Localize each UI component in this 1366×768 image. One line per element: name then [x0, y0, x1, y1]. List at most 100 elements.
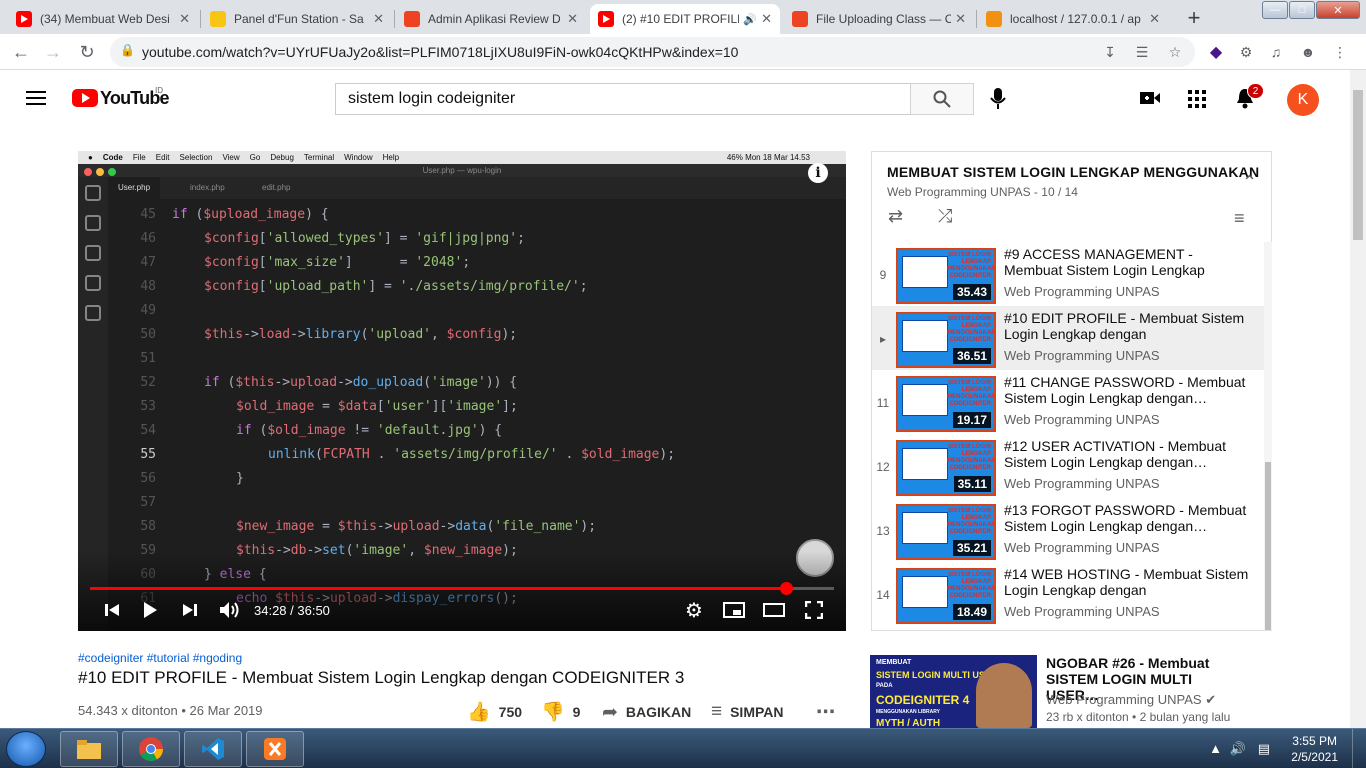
playlist-scrollbar[interactable]	[1264, 242, 1272, 630]
source-control-icon	[85, 245, 101, 261]
save-button[interactable]: ≡ SIMPAN	[711, 700, 784, 724]
collapse-chevron-icon[interactable]: ⌃	[1242, 172, 1257, 193]
lock-icon: 🔒	[120, 43, 135, 57]
playlist-title[interactable]: MEMBUAT SISTEM LOGIN LENGKAP MENGGUNAKAN	[887, 164, 1259, 180]
playlist-item-thumbnail[interactable]: SISTEM LOGIN LENGKAP MENGGUNAKAN CODEIGN…	[896, 568, 996, 624]
reload-button[interactable]: ↻	[74, 39, 100, 65]
line-number: 57	[140, 495, 156, 510]
playlist-menu-icon[interactable]: ≡	[1234, 208, 1245, 229]
video-info-icon[interactable]: i	[808, 163, 828, 183]
url-text: youtube.com/watch?v=UYrUFUaJy2o&list=PLF…	[142, 44, 739, 60]
codeigniter-icon	[792, 11, 808, 27]
taskbar-chrome[interactable]	[122, 731, 180, 767]
video-hashtags[interactable]: #codeigniter #tutorial #ngoding	[78, 651, 242, 665]
like-button[interactable]: 👍 750	[467, 700, 522, 724]
recommended-channel[interactable]: Web Programming UNPAS ✔	[1046, 692, 1216, 708]
thumbnail-screen	[902, 320, 948, 352]
taskbar-clock[interactable]: 3:55 PM 2/5/2021	[1291, 733, 1338, 765]
back-button[interactable]: ←	[8, 39, 34, 65]
volume-tray-icon[interactable]: 🔊	[1230, 741, 1246, 757]
playlist-item[interactable]: ▸ SISTEM LOGIN LENGKAP MENGGUNAKAN CODEIG…	[872, 306, 1264, 370]
playlist-item-thumbnail[interactable]: SISTEM LOGIN LENGKAP MENGGUNAKAN CODEIGN…	[896, 312, 996, 368]
tab-title: (2) #10 EDIT PROFILE	[622, 12, 740, 26]
playlist-item[interactable]: 11 SISTEM LOGIN LENGKAP MENGGUNAKAN CODEI…	[872, 370, 1264, 434]
fullscreen-icon[interactable]	[802, 599, 826, 621]
loop-icon[interactable]: ⇄	[888, 206, 903, 227]
previous-video-icon[interactable]	[102, 599, 122, 621]
playlist-item-thumbnail[interactable]: SISTEM LOGIN LENGKAP MENGGUNAKAN CODEIGN…	[896, 376, 996, 432]
network-tray-icon[interactable]: ▤	[1258, 741, 1270, 757]
playlist-subtitle[interactable]: Web Programming UNPAS - 10 / 14	[887, 185, 1078, 199]
code-text: }	[236, 471, 244, 486]
translate-icon[interactable]: ☰	[1132, 42, 1152, 62]
media-control-icon[interactable]: ♫	[1266, 42, 1286, 62]
new-tab-button[interactable]: +	[1180, 4, 1208, 32]
thumbs-up-icon: 👍	[467, 702, 491, 723]
playlist-scrollbar-thumb[interactable]	[1265, 462, 1271, 630]
browser-tab[interactable]: localhost / 127.0.0.1 / ap ✕	[978, 4, 1168, 34]
browser-tab[interactable]: (2) #10 EDIT PROFILE 🔊 ✕	[590, 4, 780, 34]
show-desktop-button[interactable]	[1352, 729, 1366, 768]
tab-close-icon[interactable]: ✕	[955, 11, 966, 27]
menu-dots-icon[interactable]: ⋮	[1330, 42, 1350, 62]
video-progress-bar[interactable]	[90, 582, 834, 595]
browser-tab[interactable]: Admin Aplikasi Review D ✕	[396, 4, 586, 34]
share-button[interactable]: ➦ BAGIKAN	[602, 700, 691, 724]
tab-close-icon[interactable]: ✕	[1149, 11, 1160, 27]
recommended-thumbnail[interactable]: MEMBUAT SISTEM LOGIN MULTI USER PADA CODEIG…	[870, 655, 1037, 728]
browser-tab[interactable]: Panel d'Fun Station - Sa ✕	[202, 4, 392, 34]
extensions-puzzle-icon[interactable]: ⚙	[1236, 42, 1256, 62]
shuffle-icon[interactable]: ⤮	[938, 206, 952, 227]
playlist-item-thumbnail[interactable]: SISTEM LOGIN LENGKAP MENGGUNAKAN CODEIGN…	[896, 504, 996, 560]
more-actions-button[interactable]: ⋯	[816, 700, 835, 724]
tab-close-icon[interactable]: ✕	[179, 11, 190, 27]
address-bar[interactable]: 🔒 youtube.com/watch?v=UYrUFUaJy2o&list=P…	[110, 37, 1195, 67]
extension-diamond-icon[interactable]: ◆	[1206, 42, 1226, 62]
tab-close-icon[interactable]: ✕	[567, 11, 578, 27]
volume-icon[interactable]	[218, 599, 242, 621]
video-player[interactable]: ● Code File Edit Selection View Go Debug Termin…	[78, 151, 846, 631]
next-video-icon[interactable]	[180, 599, 200, 621]
miniplayer-icon[interactable]	[722, 599, 746, 621]
speaker-icon[interactable]: 🔊	[743, 13, 757, 26]
user-avatar[interactable]: K	[1287, 84, 1319, 116]
code-text: $old_image = $data['user']['image'];	[236, 399, 518, 414]
theater-mode-icon[interactable]	[762, 599, 786, 621]
browser-tab[interactable]: (34) Membuat Web Desi ✕	[8, 4, 198, 34]
apps-grid-icon[interactable]	[1188, 90, 1206, 108]
minimize-button[interactable]: —	[1262, 1, 1288, 19]
playlist-item-thumbnail[interactable]: SISTEM LOGIN LENGKAP MENGGUNAKAN CODEIGN…	[896, 248, 996, 304]
playlist-item[interactable]: 12 SISTEM LOGIN LENGKAP MENGGUNAKAN CODEI…	[872, 434, 1264, 498]
profile-icon[interactable]: ☻	[1298, 42, 1318, 62]
install-icon[interactable]: ↧	[1100, 42, 1120, 62]
close-window-button[interactable]: ✕	[1316, 1, 1360, 19]
mac-menu-item: Window	[344, 153, 373, 162]
taskbar-vscode[interactable]	[184, 731, 242, 767]
forward-button[interactable]: →	[40, 39, 66, 65]
tab-close-icon[interactable]: ✕	[373, 11, 384, 27]
maximize-button[interactable]: □	[1289, 1, 1315, 19]
browser-tab[interactable]: File Uploading Class — C ✕	[784, 4, 974, 34]
tab-close-icon[interactable]: ✕	[761, 11, 772, 27]
search-button[interactable]	[910, 83, 974, 115]
search-input[interactable]: sistem login codeigniter	[335, 83, 911, 115]
show-hidden-icons-icon[interactable]: ▲	[1209, 741, 1222, 756]
youtube-logo-icon[interactable]	[72, 88, 98, 108]
create-video-icon[interactable]	[1140, 91, 1160, 105]
playlist-item[interactable]: 13 SISTEM LOGIN LENGKAP MENGGUNAKAN CODEI…	[872, 498, 1264, 562]
microphone-icon[interactable]	[990, 88, 1006, 110]
play-icon[interactable]	[140, 599, 160, 621]
taskbar-xampp[interactable]	[246, 731, 304, 767]
hamburger-menu-icon[interactable]	[26, 90, 46, 106]
trophy-icon	[210, 11, 226, 27]
playlist-item[interactable]: 9 SISTEM LOGIN LENGKAP MENGGUNAKAN CODEIG…	[872, 242, 1264, 306]
dislike-button[interactable]: 👎 9	[541, 700, 580, 724]
playlist-item[interactable]: 14 SISTEM LOGIN LENGKAP MENGGUNAKAN CODEI…	[872, 562, 1264, 626]
taskbar-explorer[interactable]	[60, 731, 118, 767]
page-scrollbar[interactable]	[1350, 70, 1366, 728]
start-button[interactable]	[6, 731, 46, 767]
settings-gear-icon[interactable]: ⚙	[682, 599, 706, 622]
page-scrollbar-thumb[interactable]	[1353, 90, 1363, 240]
bookmark-star-icon[interactable]: ☆	[1165, 42, 1185, 62]
playlist-item-thumbnail[interactable]: SISTEM LOGIN LENGKAP MENGGUNAKAN CODEIGN…	[896, 440, 996, 496]
